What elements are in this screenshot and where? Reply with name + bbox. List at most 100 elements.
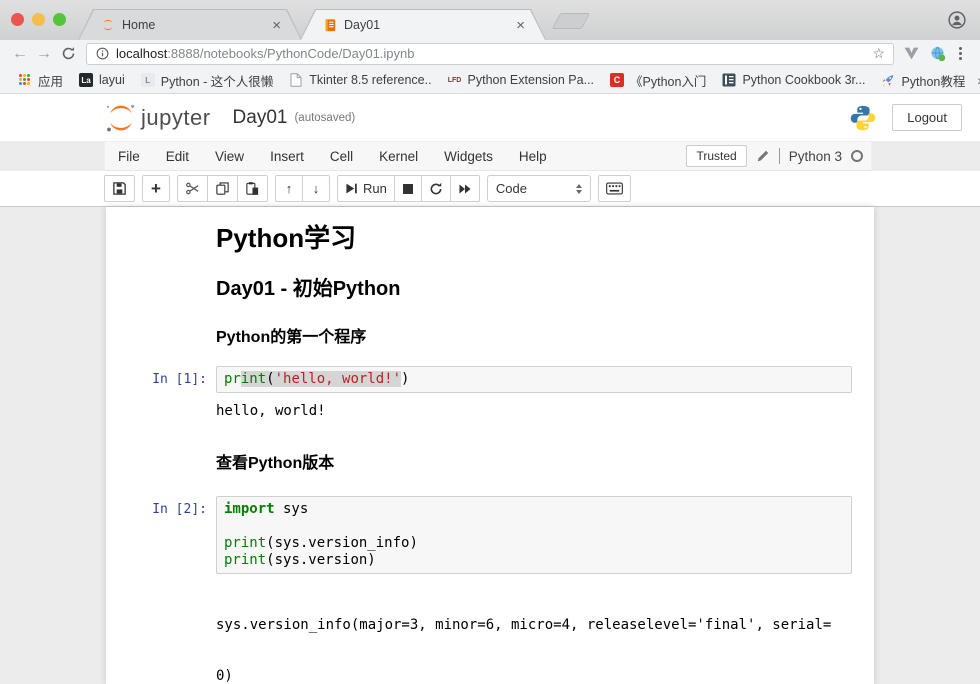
- bookmark-python-tutorial[interactable]: Python教程: [873, 71, 973, 90]
- text-selection: int('hello, world!': [241, 371, 401, 387]
- code-token: 'hello, world!': [275, 371, 401, 387]
- close-tab-icon[interactable]: ×: [514, 18, 527, 33]
- notebook-area: Python学习 Day01 - 初始Python Python的第一个程序 I…: [0, 207, 980, 684]
- bookmark-apps[interactable]: 应用: [10, 71, 71, 90]
- cell-type-value: Code: [496, 181, 527, 196]
- tab-title: Day01: [344, 18, 380, 32]
- menu-file[interactable]: File: [105, 149, 153, 164]
- kernel-idle-icon: [851, 150, 863, 162]
- code-token: print: [224, 552, 266, 568]
- cut-cell-button[interactable]: [177, 175, 208, 202]
- bookmarks-bar: 应用 La layui L Python - 这个人很懒 Tkinter 8.5…: [0, 67, 980, 94]
- move-cell-down-button[interactable]: ↓: [302, 175, 330, 202]
- code-input-1[interactable]: print('hello, world!'): [216, 366, 852, 393]
- new-tab-button[interactable]: [552, 13, 591, 29]
- bookmark-cookbook[interactable]: Python Cookbook 3r...: [714, 73, 873, 87]
- tab-home[interactable]: Home ×: [78, 9, 302, 40]
- jupyter-spinner-icon: [101, 18, 115, 32]
- logout-button[interactable]: Logout: [892, 104, 962, 131]
- bookmark-label: Tkinter 8.5 reference..: [309, 73, 431, 87]
- code-token: pr: [224, 371, 241, 387]
- select-arrows-icon: [576, 184, 582, 194]
- bookmarks-overflow-chevron[interactable]: »: [973, 72, 980, 88]
- bookmark-python-intro[interactable]: C 《Python入门: [602, 71, 714, 90]
- trusted-button[interactable]: Trusted: [686, 145, 746, 167]
- cell-type-select[interactable]: Code: [487, 175, 591, 202]
- jupyter-header: jupyter Day01 (autosaved) Logout: [0, 94, 980, 141]
- menu-cell[interactable]: Cell: [317, 149, 366, 164]
- autosave-status: (autosaved): [294, 112, 355, 124]
- code-token: import: [224, 501, 275, 517]
- copy-cell-button[interactable]: [207, 175, 238, 202]
- bookmark-star-icon[interactable]: ☆: [872, 45, 885, 62]
- code-input-2[interactable]: import sys print(sys.version_info) print…: [216, 496, 852, 574]
- url-field[interactable]: localhost:8888/notebooks/PythonCode/Day0…: [86, 43, 894, 65]
- menu-view[interactable]: View: [202, 149, 257, 164]
- kernel-name: Python 3: [789, 149, 842, 164]
- paste-cell-button[interactable]: [237, 175, 268, 202]
- profile-icon[interactable]: [948, 11, 966, 29]
- bookmark-label: Python教程: [901, 71, 965, 90]
- bookmark-label: 《Python入门: [630, 71, 706, 90]
- command-palette-button[interactable]: [598, 175, 631, 202]
- code-token: (: [266, 371, 274, 387]
- menu-help[interactable]: Help: [506, 149, 560, 164]
- close-window-button[interactable]: [11, 13, 24, 26]
- menu-insert[interactable]: Insert: [257, 149, 317, 164]
- menu-kernel[interactable]: Kernel: [366, 149, 431, 164]
- reload-icon[interactable]: [56, 46, 80, 61]
- output-area-1: hello, world!: [106, 403, 874, 420]
- restart-kernel-button[interactable]: [421, 175, 451, 202]
- bookmark-label: Python - 这个人很懒: [161, 71, 274, 90]
- bookmark-tkinter[interactable]: Tkinter 8.5 reference..: [281, 73, 439, 87]
- layui-icon: La: [79, 73, 93, 87]
- bookmark-python-extension[interactable]: LFD Python Extension Pa...: [440, 73, 602, 87]
- menu-widgets[interactable]: Widgets: [431, 149, 506, 164]
- markdown-heading3-version: 查看Python版本: [216, 454, 852, 474]
- code-token: int: [241, 371, 266, 387]
- close-tab-icon[interactable]: ×: [270, 18, 283, 33]
- restart-run-all-button[interactable]: [450, 175, 480, 202]
- bookmark-label: layui: [99, 73, 125, 87]
- output-area-2: sys.version_info(major=3, minor=6, micro…: [106, 583, 874, 684]
- letter-c-icon: C: [610, 73, 624, 87]
- info-icon[interactable]: [95, 47, 109, 61]
- jupyter-wordmark[interactable]: jupyter: [141, 105, 211, 131]
- minimize-window-button[interactable]: [32, 13, 45, 26]
- markdown-heading2: Day01 - 初始Python: [216, 277, 852, 301]
- run-label: Run: [363, 181, 387, 196]
- forward-icon[interactable]: →: [32, 45, 56, 63]
- chrome-menu-icon[interactable]: [957, 45, 964, 62]
- move-cell-up-button[interactable]: ↑: [275, 175, 303, 202]
- ie-tab-extension-icon[interactable]: [904, 47, 919, 60]
- zoom-window-button[interactable]: [53, 13, 66, 26]
- code-token: sys: [275, 501, 309, 517]
- output-line: 0): [216, 668, 831, 684]
- page-icon: [289, 73, 303, 87]
- code-cell-2: In [2]: import sys print(sys.version_inf…: [106, 496, 874, 574]
- stop-button[interactable]: [394, 175, 422, 202]
- code-token: print: [224, 535, 266, 551]
- divider: [779, 148, 780, 164]
- code-token: (sys.version_info): [266, 535, 418, 551]
- letter-l-icon: L: [141, 73, 155, 87]
- save-button[interactable]: [104, 175, 135, 202]
- tab-title: Home: [122, 18, 155, 32]
- input-prompt: In [2]:: [106, 496, 216, 517]
- bookmark-python-blog[interactable]: L Python - 这个人很懒: [133, 71, 282, 90]
- jupyter-toolbar: +: [0, 171, 980, 207]
- bookmark-label: Python Cookbook 3r...: [742, 73, 865, 87]
- bookmark-layui[interactable]: La layui: [71, 73, 133, 87]
- run-button[interactable]: Run: [337, 175, 395, 202]
- translate-globe-icon[interactable]: [930, 46, 946, 62]
- bookmark-label: 应用: [38, 71, 63, 90]
- tab-day01[interactable]: Day01 ×: [300, 9, 546, 40]
- code-cell-1: In [1]: print('hello, world!'): [106, 366, 874, 393]
- traffic-lights: [11, 13, 66, 26]
- back-icon[interactable]: ←: [8, 45, 32, 63]
- browser-window: Home × Day01 ×: [0, 0, 980, 684]
- jupyter-logo-icon[interactable]: [104, 103, 138, 133]
- add-cell-button[interactable]: +: [142, 175, 170, 202]
- menu-edit[interactable]: Edit: [153, 149, 202, 164]
- notebook-title[interactable]: Day01: [233, 107, 288, 129]
